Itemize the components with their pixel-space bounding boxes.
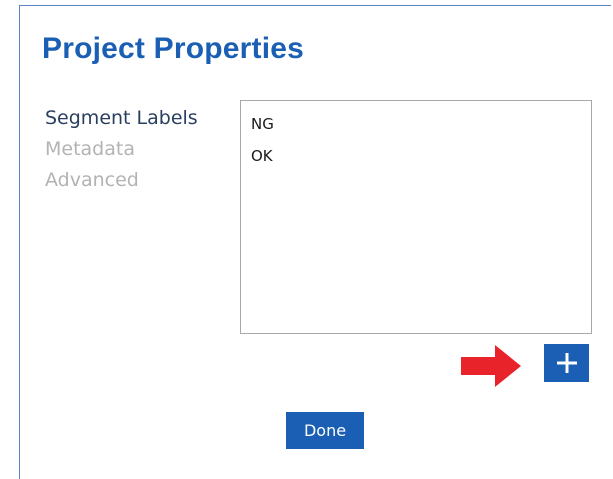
add-label-button[interactable] [544,344,589,382]
nav-item-advanced[interactable]: Advanced [45,165,198,196]
segment-labels-list[interactable]: NG OK [240,100,592,334]
dialog-title: Project Properties [42,32,305,65]
nav-item-metadata[interactable]: Metadata [45,134,198,165]
project-properties-dialog: Project Properties Segment Labels Metada… [19,5,611,479]
done-button[interactable]: Done [286,412,364,449]
label-item-ok[interactable]: OK [251,140,591,172]
plus-icon [556,353,577,373]
properties-nav: Segment Labels Metadata Advanced [45,103,198,196]
red-arrow-icon [461,345,521,387]
nav-item-segment-labels[interactable]: Segment Labels [45,103,198,134]
label-item-ng[interactable]: NG [251,108,591,140]
